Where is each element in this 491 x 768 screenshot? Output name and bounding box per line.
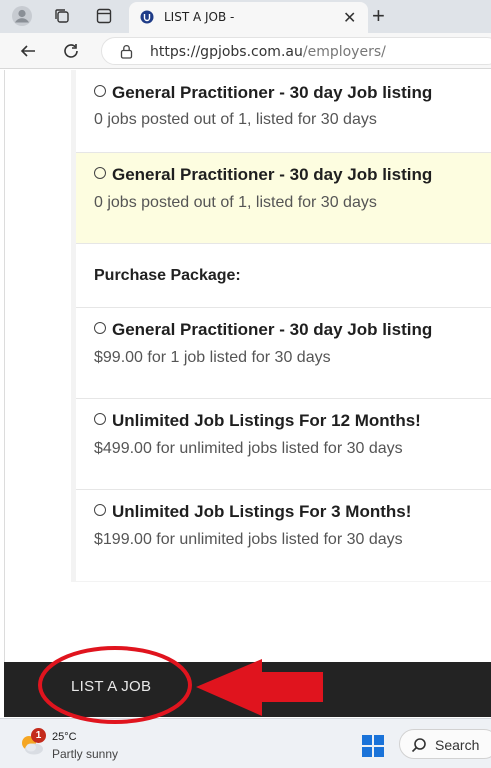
address-bar: https://gpjobs.com.au/employers/ [0,33,491,69]
section-heading: Purchase Package: [94,267,241,284]
browser-tab-bar: LIST A JOB - ✕ + [0,0,491,33]
search-label: Search [435,737,480,753]
package-title: Unlimited Job Listings For 12 Months! [94,411,421,431]
taskbar-search[interactable]: Search [399,729,491,759]
radio-button[interactable] [94,85,106,97]
tab-title: LIST A JOB - [164,10,235,24]
lock-icon[interactable] [120,44,133,64]
package-list: General Practitioner - 30 day Job listin… [76,70,491,581]
list-item[interactable]: Unlimited Job Listings For 3 Months! $19… [76,490,491,581]
weather-condition: Partly sunny [52,747,119,761]
temperature: 25°C [52,731,77,743]
windows-logo-icon[interactable] [362,735,384,757]
radio-button[interactable] [94,167,106,179]
close-icon[interactable]: ✕ [343,8,356,28]
url-path: /employers/ [302,44,386,60]
listing-title-text: General Practitioner - 30 day Job listin… [112,165,433,184]
list-item[interactable]: General Practitioner - 30 day Job listin… [76,308,491,399]
listing-subtitle: 0 jobs posted out of 1, listed for 30 da… [94,194,377,211]
package-title: General Practitioner - 30 day Job listin… [94,320,432,340]
list-item[interactable]: Unlimited Job Listings For 12 Months! $4… [76,399,491,490]
search-icon [411,737,427,758]
package-price: $99.00 for 1 job listed for 30 days [94,349,331,366]
url-field[interactable]: https://gpjobs.com.au/employers/ [101,37,491,65]
listing-title-text: General Practitioner - 30 day Job listin… [112,83,433,102]
purchase-heading-row: Purchase Package: [76,244,491,308]
footer-bar: LIST A JOB [4,662,491,717]
radio-button[interactable] [94,504,106,516]
url-text: https://gpjobs.com.au/employers/ [150,44,386,60]
package-title-text: Unlimited Job Listings For 12 Months! [112,411,421,430]
tab-groups-icon[interactable] [50,5,74,27]
plus-icon[interactable]: + [372,3,385,29]
list-a-job-link[interactable]: LIST A JOB [71,678,151,695]
package-title: Unlimited Job Listings For 3 Months! [94,502,411,522]
package-price: $499.00 for unlimited jobs listed for 30… [94,440,403,457]
tab-actions-icon[interactable] [92,5,116,27]
package-title-text: General Practitioner - 30 day Job listin… [112,320,433,339]
active-tab[interactable]: LIST A JOB - ✕ [129,2,368,33]
package-title-text: Unlimited Job Listings For 3 Months! [112,502,412,521]
package-price: $199.00 for unlimited jobs listed for 30… [94,531,403,548]
back-arrow-icon[interactable] [16,39,40,63]
radio-button[interactable] [94,322,106,334]
listing-subtitle: 0 jobs posted out of 1, listed for 30 da… [94,111,377,128]
listing-title: General Practitioner - 30 day Job listin… [94,165,432,185]
url-domain: https://gpjobs.com.au [150,44,303,60]
radio-button[interactable] [94,413,106,425]
divider [4,70,5,662]
notification-badge: 1 [31,728,46,743]
page-content: General Practitioner - 30 day Job listin… [0,70,491,662]
refresh-icon[interactable] [59,39,83,63]
profile-icon[interactable] [10,5,34,27]
list-item[interactable]: General Practitioner - 30 day Job listin… [76,153,491,244]
taskbar: 1 25°C Partly sunny Search [0,718,491,768]
site-favicon [140,10,154,29]
list-item[interactable]: General Practitioner - 30 day Job listin… [76,70,491,153]
listing-title: General Practitioner - 30 day Job listin… [94,83,432,103]
